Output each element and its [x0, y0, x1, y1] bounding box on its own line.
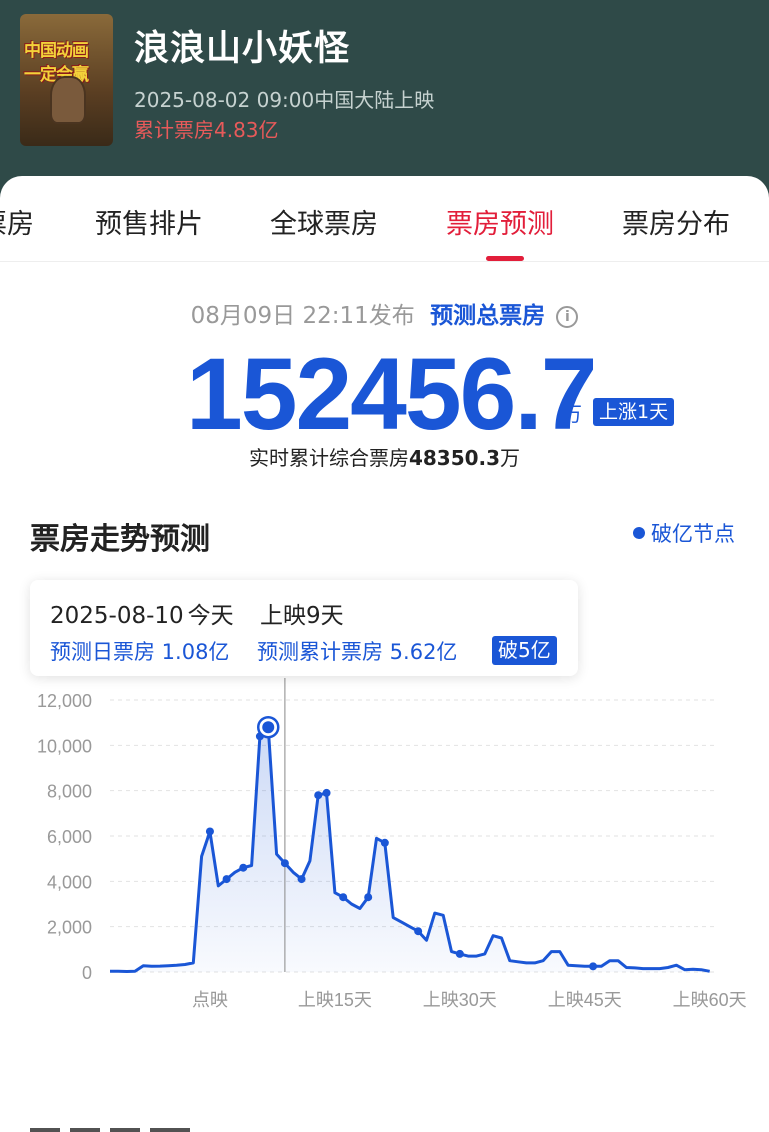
movie-title: 浪浪山小妖怪 [134, 29, 351, 69]
milestone-point [414, 927, 423, 936]
tab-distribution[interactable]: 票房分布 [622, 202, 730, 241]
realtime-box-office: 实时累计综合票房48350.3万 [0, 442, 769, 471]
milestone-point [589, 962, 598, 971]
milestone-point [322, 788, 331, 797]
tab-box-office[interactable]: 票房 [0, 202, 34, 241]
series-area [110, 727, 710, 972]
poster-text-line1: 中国动画 [24, 41, 89, 61]
publish-time: 08月09日 22:11发布 [190, 303, 415, 329]
x-tick-label: 上映45天 [548, 990, 622, 1010]
tab-presale[interactable]: 预售排片 [95, 202, 203, 241]
trend-section-title: 票房走势预测 [30, 522, 210, 557]
milestone-point [380, 838, 389, 847]
y-tick-label: 2,000 [47, 918, 92, 938]
chart-tooltip: 2025-08-10 今天 上映9天 预测日票房 1.08亿 预测累计票房 5.6… [30, 580, 578, 676]
x-tick-label: 上映60天 [673, 990, 747, 1010]
y-tick-label: 10,000 [37, 736, 92, 756]
box-office-trend-chart[interactable]: 12,000 10,000 8,000 6,000 4,000 2,000 0 点映 上映15天… [0, 676, 769, 1026]
tooltip-total-forecast: 预测累计票房 5.62亿 [257, 640, 458, 664]
y-tick-label: 12,000 [37, 691, 92, 711]
milestone-point [455, 949, 464, 958]
milestone-point [239, 863, 248, 872]
release-info: 2025-08-02 09:00中国大陆上映 [134, 88, 435, 112]
movie-poster[interactable]: 中国动画 一定会赢 [20, 14, 113, 146]
poster-character-figure [50, 76, 86, 124]
tab-bar: 票房 预售排片 全球票房 票房预测 票房分布 [0, 176, 769, 262]
y-tick-label: 0 [82, 963, 92, 983]
milestone-point [280, 859, 289, 868]
milestone-point [205, 827, 214, 836]
legend-milestone[interactable]: 破亿节点 [633, 518, 735, 548]
y-tick-label: 6,000 [47, 827, 92, 847]
tooltip-release-day: 上映9天 [260, 603, 344, 629]
legend-label: 破亿节点 [651, 522, 735, 546]
milestone-point [364, 893, 373, 902]
publish-row: 08月09日 22:11发布 预测总票房 i [0, 296, 769, 330]
tooltip-today: 今天 [187, 603, 234, 629]
tooltip-milestone-badge: 破5亿 [492, 636, 557, 665]
milestone-point [297, 875, 306, 884]
realtime-value: 48350.3 [408, 446, 501, 470]
realtime-unit: 万 [500, 446, 521, 470]
tooltip-date-row: 2025-08-10 今天 [50, 596, 234, 630]
tooltip-daily-forecast: 预测日票房 1.08亿 [50, 640, 230, 664]
tab-global[interactable]: 全球票房 [270, 202, 378, 241]
x-tick-label: 点映 [192, 990, 228, 1010]
forecast-unit: 万 [562, 402, 582, 426]
milestone-point [339, 893, 348, 902]
info-icon[interactable]: i [556, 306, 579, 328]
realtime-label: 实时累计综合票房 [248, 446, 409, 470]
milestone-point [222, 875, 231, 884]
total-box-office: 累计票房4.83亿 [134, 118, 279, 142]
tab-forecast[interactable]: 票房预测 [446, 202, 554, 241]
forecast-total-label: 预测总票房 [430, 303, 546, 329]
x-tick-label: 上映30天 [423, 990, 497, 1010]
trend-badge: 上涨1天 [593, 398, 675, 426]
x-tick-label: 上映15天 [298, 990, 372, 1010]
y-tick-label: 4,000 [47, 872, 92, 892]
tooltip-date: 2025-08-10 [50, 603, 184, 629]
next-section-title-clipped [30, 1122, 190, 1132]
legend-dot-icon [633, 527, 645, 539]
highlight-point [262, 721, 275, 734]
content-card: 票房 预售排片 全球票房 票房预测 票房分布 08月09日 22:11发布 预测… [0, 176, 769, 1132]
movie-header: 中国动画 一定会赢 浪浪山小妖怪 2025-08-02 09:00中国大陆上映 … [0, 0, 769, 190]
y-tick-label: 8,000 [47, 782, 92, 802]
active-tab-indicator [486, 256, 524, 261]
milestone-point [314, 791, 323, 800]
forecast-total-value: 152456.7 [186, 337, 597, 451]
